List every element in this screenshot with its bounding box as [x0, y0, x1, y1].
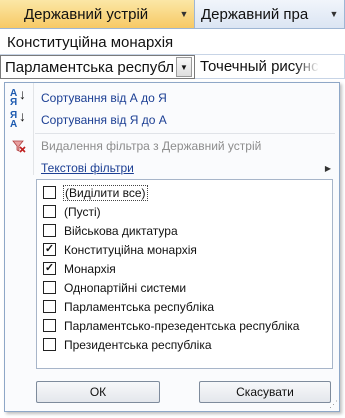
table-cell[interactable]: Конституційна монархія: [0, 31, 345, 55]
clear-filter-icon: [5, 139, 33, 153]
menu-item-clear-filter[interactable]: Видалення фільтра з Державний устрій: [5, 135, 339, 157]
chevron-down-icon[interactable]: ▼: [176, 57, 192, 77]
column-header-state-system[interactable]: Державний устрій ▼: [0, 0, 195, 29]
table-row: Парламентська республ ▼ Точечный рисунс: [0, 55, 345, 79]
list-item[interactable]: ✓ Конституційна монархія: [43, 240, 197, 259]
list-item[interactable]: Парламентсько-презедентська республіка: [43, 316, 299, 335]
checkbox[interactable]: [43, 205, 56, 218]
ok-button[interactable]: ОК: [36, 381, 160, 403]
table-cell[interactable]: Точечный рисунс: [195, 55, 345, 79]
sort-ascending-icon: A Я ↓: [10, 86, 26, 108]
checkbox[interactable]: ✓: [43, 262, 56, 275]
column-header-label: Державний устрій: [24, 5, 149, 23]
checkbox[interactable]: [43, 300, 56, 313]
menu-separator: [35, 133, 335, 134]
table-cell-value: Точечный рисунс: [200, 58, 319, 75]
column-header-row: Державний устрій ▼ Державний пра ▼: [0, 0, 345, 30]
menu-item-sort-descending[interactable]: Я A ↓ Сортування від Я до А: [5, 109, 339, 131]
chevron-down-icon[interactable]: ▼: [174, 9, 194, 19]
list-item[interactable]: (Виділити все): [43, 183, 148, 202]
list-item[interactable]: (Пусті): [43, 202, 101, 221]
column-header-state-leader[interactable]: Державний пра ▼: [195, 0, 345, 29]
chevron-down-icon[interactable]: ▼: [324, 9, 344, 19]
checkbox[interactable]: [43, 186, 56, 199]
list-item[interactable]: Однопартійні системи: [43, 278, 186, 297]
list-item[interactable]: Військова диктатура: [43, 221, 178, 240]
menu-item-sort-ascending[interactable]: A Я ↓ Сортування від А до Я: [5, 87, 339, 109]
checkbox[interactable]: ✓: [43, 243, 56, 256]
filter-value-list[interactable]: (Виділити все) (Пусті) Військова диктату…: [36, 179, 333, 369]
combo-cell-value: Парламентська республ: [5, 58, 175, 76]
menu-item-label: Видалення фільтра з Державний устрій: [41, 139, 262, 153]
resize-grip-icon[interactable]: ⋰: [329, 399, 338, 410]
table-row: Конституційна монархія: [0, 31, 345, 55]
checkbox[interactable]: [43, 338, 56, 351]
menu-item-label: Текстові фільтри: [41, 161, 134, 175]
combo-cell[interactable]: Парламентська республ ▼: [0, 55, 195, 79]
list-item[interactable]: ✓ Монархія: [43, 259, 116, 278]
checkbox[interactable]: [43, 281, 56, 294]
list-item[interactable]: Президентська республіка: [43, 335, 212, 354]
filter-dropdown-menu: A Я ↓ Сортування від А до Я Я A ↓ Сортування…: [4, 82, 340, 412]
datasheet-grid: Державний устрій ▼ Державний пра ▼ Конст…: [0, 0, 345, 80]
cancel-button[interactable]: Скасувати: [199, 381, 331, 403]
checkbox[interactable]: [43, 224, 56, 237]
list-item[interactable]: Парламентська республіка: [43, 297, 214, 316]
chevron-right-icon: ▶: [324, 163, 331, 173]
menu-item-label: Сортування від А до Я: [41, 91, 167, 105]
menu-item-text-filters[interactable]: Текстові фільтри ▶: [5, 157, 339, 179]
column-header-label: Державний пра: [201, 5, 309, 23]
checkbox[interactable]: [43, 319, 56, 332]
sort-descending-icon: Я A ↓: [10, 108, 26, 130]
menu-item-label: Сортування від Я до А: [41, 113, 167, 127]
